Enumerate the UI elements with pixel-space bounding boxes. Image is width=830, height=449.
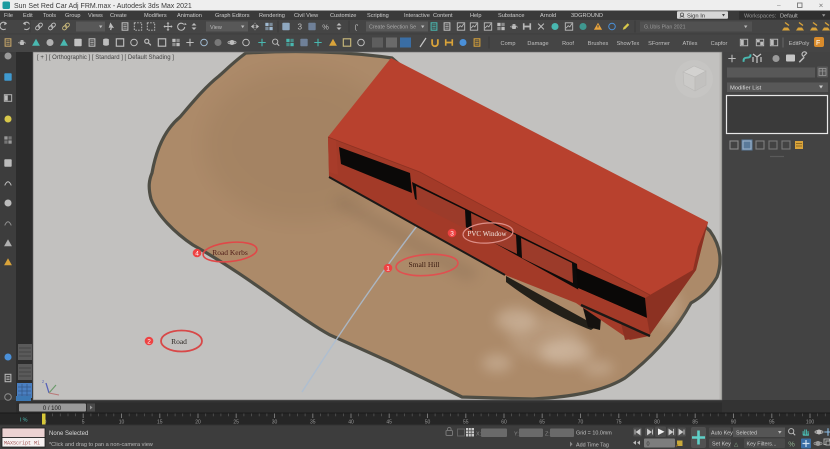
svg-text:G.Ubls Plan 2021: G.Ubls Plan 2021 bbox=[644, 25, 686, 31]
svg-text:*Click and drag to pan a non-c: *Click and drag to pan a non-camera view bbox=[49, 442, 154, 448]
svg-text:Damage: Damage bbox=[527, 41, 548, 47]
svg-text:Create Selection Se: Create Selection Se bbox=[369, 25, 416, 31]
svg-text:Modifier List: Modifier List bbox=[730, 86, 762, 92]
svg-text:Sign In: Sign In bbox=[687, 13, 705, 19]
svg-text:Comp: Comp bbox=[501, 41, 516, 47]
svg-text:Sun Set Red Car Adj FRM.max -: Sun Set Red Car Adj FRM.max - Autodesk 3… bbox=[14, 3, 192, 10]
svg-text:F: F bbox=[816, 40, 820, 47]
svg-text:Default: Default bbox=[780, 13, 798, 19]
svg-text:Brushes: Brushes bbox=[588, 41, 609, 47]
svg-text:Group: Group bbox=[65, 13, 81, 19]
svg-text:ATiles: ATiles bbox=[683, 41, 698, 47]
svg-text:SFormer: SFormer bbox=[648, 41, 670, 47]
svg-text:△: △ bbox=[734, 442, 740, 448]
svg-text:1: 1 bbox=[386, 265, 390, 272]
svg-text:PVC Window: PVC Window bbox=[467, 230, 507, 238]
svg-text:File: File bbox=[4, 13, 13, 19]
svg-text:X:: X: bbox=[476, 432, 481, 438]
svg-text:Arnold: Arnold bbox=[540, 13, 556, 19]
svg-text:Help: Help bbox=[470, 13, 482, 19]
svg-text:✕: ✕ bbox=[819, 4, 824, 10]
svg-text:Customize: Customize bbox=[330, 13, 356, 19]
svg-text:Graph Editors: Graph Editors bbox=[215, 13, 250, 19]
svg-text:Auto Key: Auto Key bbox=[711, 431, 733, 437]
svg-text:Rendering: Rendering bbox=[259, 13, 285, 19]
svg-text:4: 4 bbox=[195, 250, 199, 257]
svg-text:Add Time Tag: Add Time Tag bbox=[576, 443, 609, 449]
svg-text:Content: Content bbox=[433, 13, 453, 19]
svg-text:Substance: Substance bbox=[498, 13, 524, 19]
svg-text:Set Key: Set Key bbox=[712, 442, 731, 448]
svg-text:0 / 100: 0 / 100 bbox=[43, 406, 62, 412]
svg-text:None Selected: None Selected bbox=[49, 431, 88, 437]
svg-text:Create: Create bbox=[110, 13, 127, 19]
svg-text:Y:: Y: bbox=[514, 432, 519, 438]
svg-text:%: % bbox=[322, 22, 329, 31]
svg-text:3DGROUND: 3DGROUND bbox=[571, 13, 603, 19]
svg-text:ShowTex: ShowTex bbox=[617, 41, 640, 47]
svg-text:–: – bbox=[777, 2, 781, 9]
svg-text:Capfor: Capfor bbox=[711, 41, 728, 47]
svg-text:Animation: Animation bbox=[177, 13, 202, 19]
svg-text:Road: Road bbox=[171, 337, 187, 346]
svg-text:0: 0 bbox=[647, 442, 650, 448]
svg-text:Key Filters...: Key Filters... bbox=[747, 442, 777, 448]
svg-text:2: 2 bbox=[147, 338, 151, 345]
svg-text:Small Hill: Small Hill bbox=[408, 260, 439, 269]
svg-text:Workspaces:: Workspaces: bbox=[744, 13, 777, 19]
svg-text:Views: Views bbox=[88, 13, 103, 19]
svg-text:Modifiers: Modifiers bbox=[144, 13, 167, 19]
svg-text:%: % bbox=[788, 439, 795, 448]
svg-text:Interactive: Interactive bbox=[404, 13, 430, 19]
svg-text:Roof: Roof bbox=[562, 41, 574, 47]
svg-text:MAXScript Mi: MAXScript Mi bbox=[4, 441, 40, 447]
svg-text:[ + ] [ Orthographic ] [ Stand: [ + ] [ Orthographic ] [ Standard ] [ De… bbox=[37, 55, 174, 61]
svg-text:Z:: Z: bbox=[545, 432, 550, 438]
svg-text:Grid = 10.0mm: Grid = 10.0mm bbox=[576, 431, 612, 437]
svg-text:Edit: Edit bbox=[23, 13, 33, 19]
svg-text:EditPoly: EditPoly bbox=[789, 41, 810, 47]
svg-text:3: 3 bbox=[298, 23, 303, 32]
svg-text:Tools: Tools bbox=[43, 13, 56, 19]
svg-text:(ʹ: (ʹ bbox=[355, 22, 359, 31]
svg-text:3: 3 bbox=[450, 230, 454, 237]
svg-text:Scripting: Scripting bbox=[367, 13, 389, 19]
svg-text:View: View bbox=[210, 25, 222, 31]
svg-text:I %: I % bbox=[20, 418, 28, 424]
svg-text:Civil View: Civil View bbox=[294, 13, 319, 19]
svg-text:Selected: Selected bbox=[736, 431, 757, 437]
svg-text:Road Kerbs: Road Kerbs bbox=[212, 248, 248, 257]
